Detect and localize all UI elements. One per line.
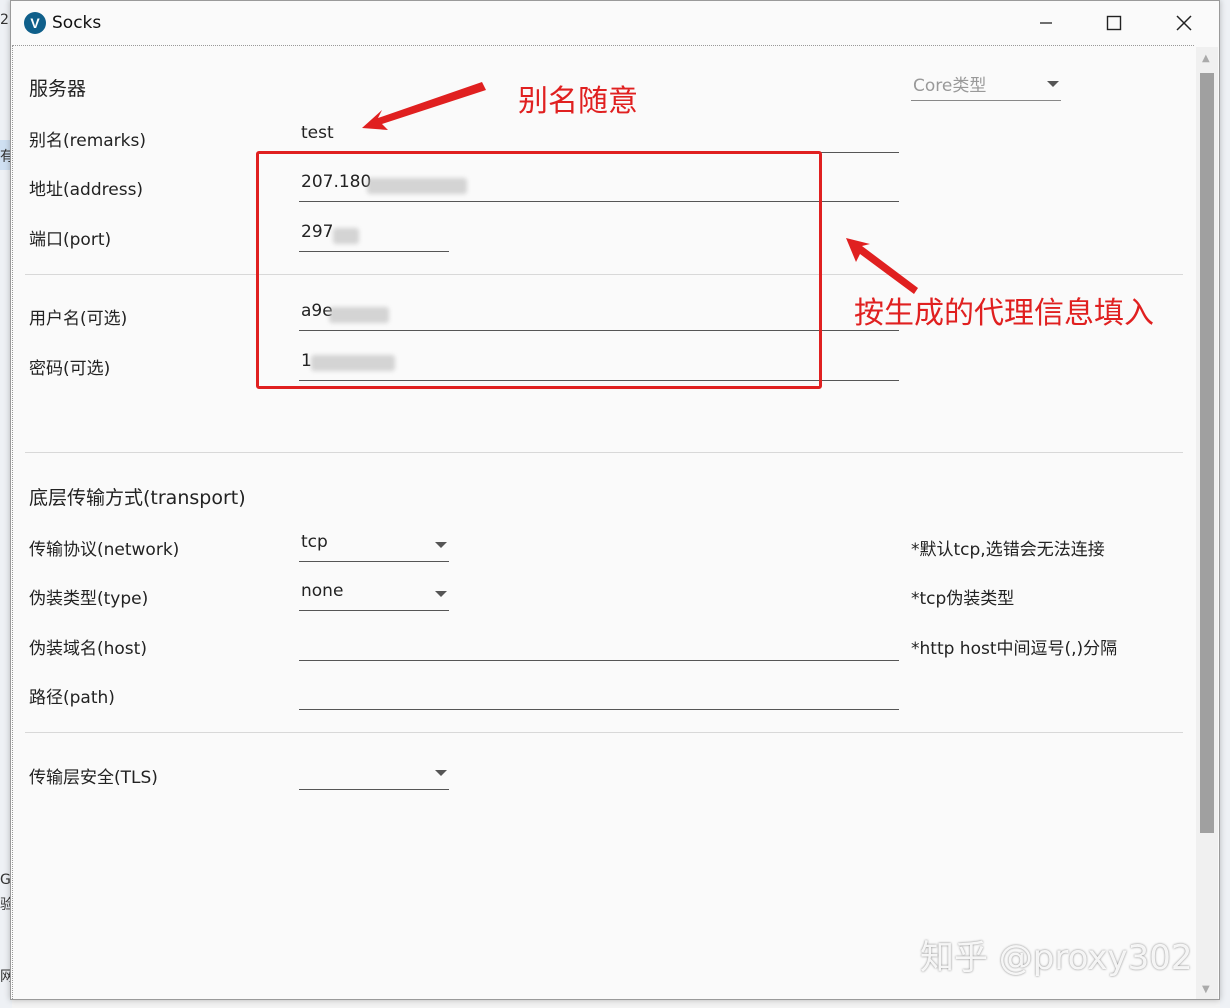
alias-annotation: 别名随意 <box>518 84 638 119</box>
arrow-icon <box>846 238 918 294</box>
annotation-arrows <box>362 82 918 294</box>
arrow-icon <box>362 82 486 130</box>
watermark: 知乎 @proxy302 <box>920 938 1193 978</box>
proxy-annotation: 按生成的代理信息填入 <box>854 296 1154 331</box>
